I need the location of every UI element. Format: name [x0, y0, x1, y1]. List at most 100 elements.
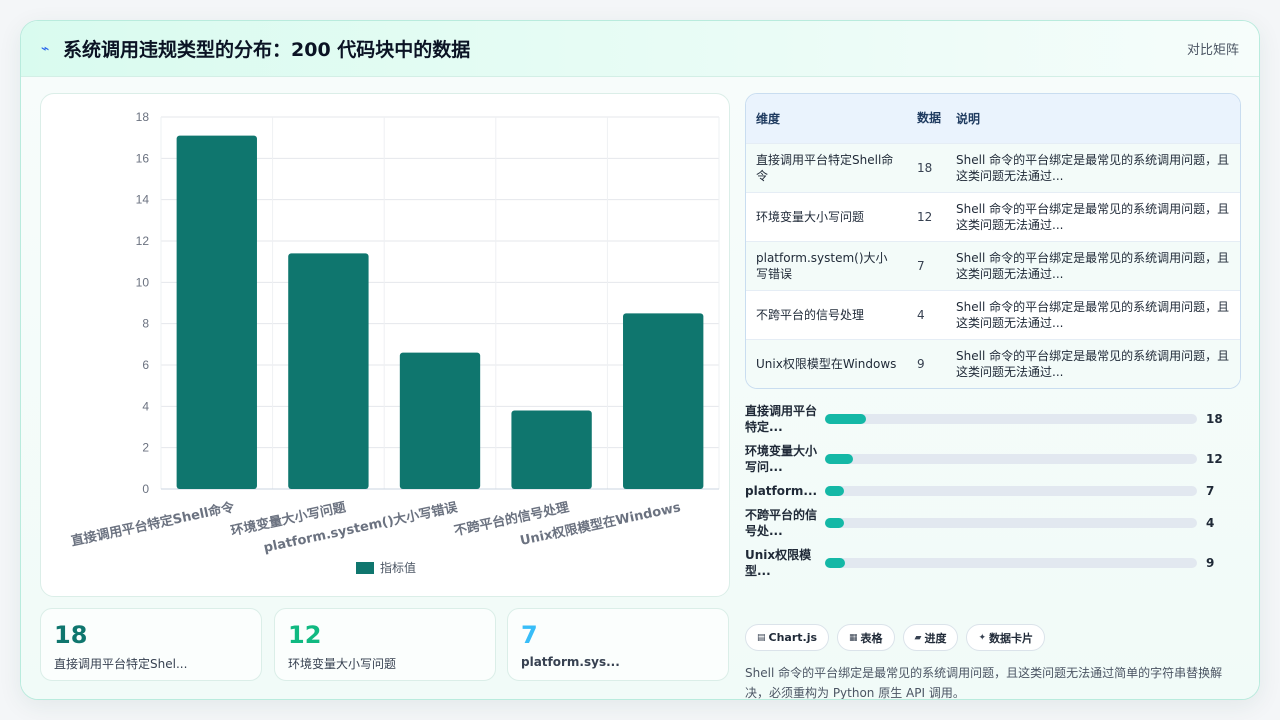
bar-chart: 024681012141618直接调用平台特定Shell命令环境变量大小写问题p…	[70, 110, 720, 575]
cell-value: 18	[917, 160, 933, 175]
page-title: 系统调用违规类型的分布：200 代码块中的数据	[63, 39, 471, 61]
cell-desc: Shell 命令的平台绑定是最常见的系统调用问题，且这类问题无法通过...	[956, 299, 1230, 330]
bar	[623, 313, 704, 489]
cell-desc: Shell 命令的平台绑定是最常见的系统调用问题，且这类问题无法通过...	[956, 348, 1230, 379]
cell-value: 12	[917, 209, 933, 224]
legend-label: 指标值	[380, 560, 416, 575]
bar	[399, 352, 481, 489]
progress-value: 4	[1206, 516, 1215, 530]
data-table-panel: 维度 数据 说明 直接调用平台特定Shell命令 18 Shell 命令的平台绑…	[745, 93, 1241, 389]
bar	[288, 253, 369, 489]
table-row: 直接调用平台特定Shell命令 18 Shell 命令的平台绑定是最常见的系统调…	[746, 143, 1240, 192]
progress-label: platform...	[745, 484, 818, 498]
y-tick-label: 8	[142, 317, 149, 331]
cell-value: 4	[917, 307, 925, 322]
bar	[176, 135, 257, 489]
progress-row: platform... 7	[745, 473, 1245, 509]
progress-fill	[825, 486, 844, 496]
col-header-dimension: 维度	[756, 111, 781, 126]
progress-label: 直接调用平台特定...	[745, 404, 818, 434]
table-row: 不跨平台的信号处理 4 Shell 命令的平台绑定是最常见的系统调用问题，且这类…	[746, 290, 1240, 339]
progress-value: 9	[1206, 556, 1215, 570]
y-tick-label: 10	[136, 275, 150, 289]
cell-value: 9	[917, 356, 925, 371]
y-tick-label: 18	[136, 110, 150, 124]
cell-name: 环境变量大小写问题	[756, 209, 865, 224]
progress-label: 环境变量大小写问...	[745, 444, 818, 474]
progress-track	[825, 454, 1197, 464]
stat-label-3: platform.sys...	[521, 655, 620, 669]
stat-value-2: 12	[288, 621, 322, 649]
bar-chart-panel: 0 2 4 6 8 10 12 14 16 18 直接调用平台特定Shell命令 环境变量大小写问题 p…	[40, 93, 730, 597]
table-row: 环境变量大小写问题 12 Shell 命令的平台绑定是最常见的系统调用问题，且这…	[746, 192, 1240, 241]
x-tick-label: platform.system()大小写错误	[262, 499, 460, 556]
table-header-row: 维度 数据 说明	[746, 94, 1240, 143]
stat-card-1: 18 直接调用平台特定Shel...	[40, 608, 262, 681]
chart-logo-icon: ⌁	[41, 40, 50, 57]
progress-label: 不跨平台的信号处...	[745, 508, 818, 538]
tag-chartjs[interactable]: ▤ Chart.js	[745, 624, 830, 651]
tag-label: 进度	[924, 631, 947, 645]
header: ⌁ 系统调用违规类型的分布：200 代码块中的数据 对比矩阵	[21, 21, 1259, 77]
progress-track	[825, 486, 1197, 496]
tag-label: 数据卡片	[989, 631, 1034, 645]
view-tags: ▤ Chart.js ▦ 表格 ▰ 进度 ✦ 数据卡片	[745, 624, 1046, 651]
cell-name: Unix权限模型在Windows	[756, 356, 897, 371]
chart-icon: ▤	[757, 632, 766, 643]
stat-value-1: 18	[54, 621, 88, 649]
stat-card-3: 7 platform.sys...	[507, 608, 729, 681]
progress-row: 直接调用平台特定... 18	[745, 401, 1245, 437]
progress-fill	[825, 414, 866, 424]
table-row: platform.system()大小写错误 7 Shell 命令的平台绑定是最…	[746, 241, 1240, 290]
tag-label: Chart.js	[768, 631, 818, 644]
legend-swatch	[356, 562, 374, 574]
x-tick-label: 直接调用平台特定Shell命令	[70, 499, 237, 549]
tag-progress[interactable]: ▰ 进度	[902, 624, 959, 651]
y-tick-label: 2	[142, 441, 149, 455]
progress-label: Unix权限模型...	[745, 548, 812, 578]
stat-label-1: 直接调用平台特定Shel...	[54, 657, 188, 671]
y-tick-label: 4	[142, 399, 149, 413]
progress-track	[825, 558, 1197, 568]
progress-icon: ▰	[914, 632, 922, 643]
data-table: 维度 数据 说明 直接调用平台特定Shell命令 18 Shell 命令的平台绑…	[746, 94, 1240, 388]
sparkle-icon: ✦	[978, 632, 987, 643]
table-row: Unix权限模型在Windows 9 Shell 命令的平台绑定是最常见的系统调…	[746, 339, 1240, 388]
y-tick-label: 0	[142, 482, 149, 496]
y-tick-label: 6	[142, 358, 149, 372]
tag-label: 表格	[860, 631, 883, 645]
cell-value: 7	[917, 258, 925, 273]
progress-row: Unix权限模型... 9	[745, 545, 1245, 581]
tag-table[interactable]: ▦ 表格	[837, 624, 895, 651]
progress-row: 不跨平台的信号处... 4	[745, 505, 1245, 541]
cell-name: 直接调用平台特定Shell命令	[756, 152, 894, 183]
stat-label-2: 环境变量大小写问题	[288, 657, 397, 671]
progress-track	[825, 414, 1197, 424]
y-tick-label: 14	[136, 193, 150, 207]
progress-track	[825, 518, 1197, 528]
stat-card-2: 12 环境变量大小写问题	[274, 608, 496, 681]
progress-value: 7	[1206, 484, 1215, 498]
col-header-desc: 说明	[956, 111, 981, 126]
compare-matrix-link[interactable]: 对比矩阵	[1187, 39, 1239, 58]
cell-name: platform.system()大小写错误	[756, 250, 888, 281]
main-card: ⌁ 系统调用违规类型的分布：200 代码块中的数据 对比矩阵 0 2 4 6 8 10 12…	[20, 20, 1260, 700]
progress-fill	[825, 454, 853, 464]
y-tick-label: 16	[136, 151, 150, 165]
content-area: 0 2 4 6 8 10 12 14 16 18 直接调用平台特定Shell命令 环境变量大小写问题 p…	[21, 77, 1259, 700]
cell-desc: Shell 命令的平台绑定是最常见的系统调用问题，且这类问题无法通过...	[956, 201, 1230, 232]
progress-fill	[825, 518, 844, 528]
cell-name: 不跨平台的信号处理	[756, 307, 865, 322]
progress-value: 18	[1206, 412, 1223, 426]
table-icon: ▦	[849, 632, 858, 643]
progress-fill	[825, 558, 846, 568]
col-header-data: 数据	[917, 110, 942, 125]
cell-desc: Shell 命令的平台绑定是最常见的系统调用问题，且这类问题无法通过...	[956, 152, 1230, 183]
summary-note: Shell 命令的平台绑定是最常见的系统调用问题，且这类问题无法通过简单的字符串…	[745, 666, 1223, 700]
tag-data-card[interactable]: ✦ 数据卡片	[966, 624, 1046, 651]
cell-desc: Shell 命令的平台绑定是最常见的系统调用问题，且这类问题无法通过...	[956, 250, 1230, 281]
bar	[511, 410, 592, 489]
stat-value-3: 7	[521, 621, 538, 649]
progress-value: 12	[1206, 452, 1223, 466]
y-tick-label: 12	[136, 234, 150, 248]
